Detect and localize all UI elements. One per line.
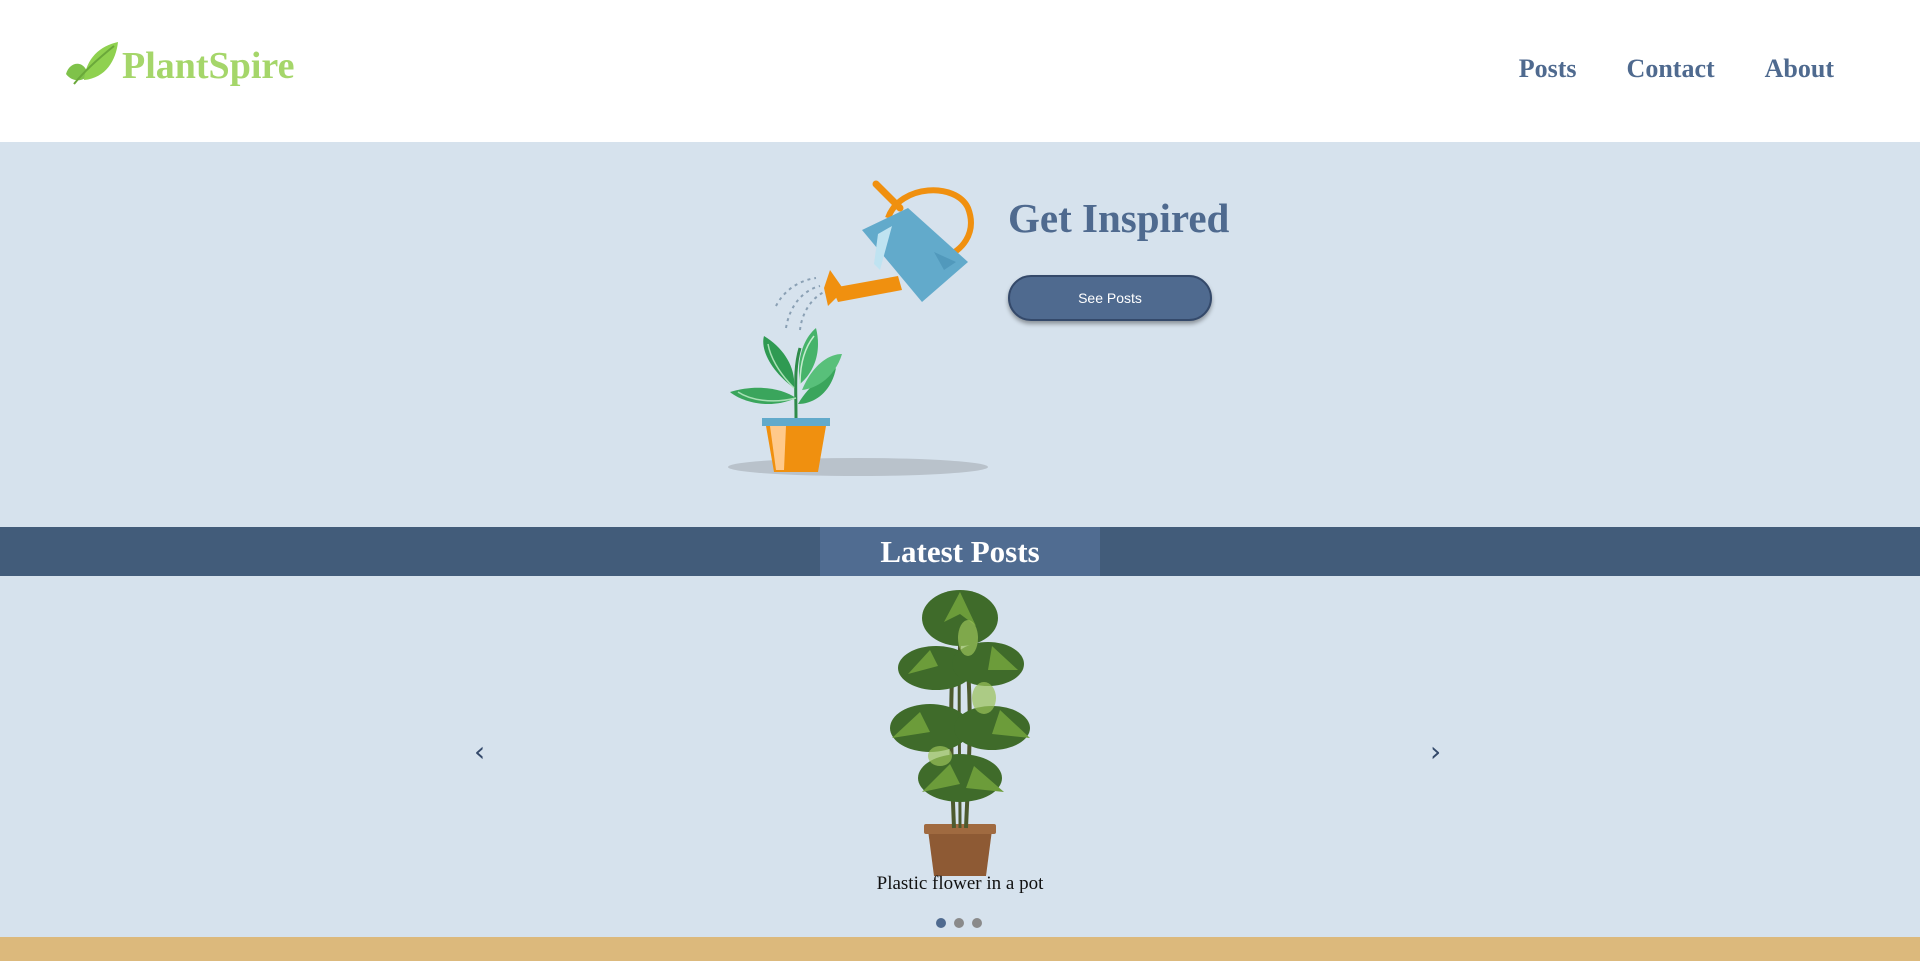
- brand-logo[interactable]: PlantSpire: [60, 40, 294, 92]
- carousel-indicators: [936, 918, 982, 928]
- nav-contact[interactable]: Contact: [1627, 54, 1715, 84]
- carousel-dot-3[interactable]: [972, 918, 982, 928]
- chevron-left-icon[interactable]: ‹: [474, 738, 485, 766]
- leaf-icon: [66, 42, 118, 85]
- carousel-dot-2[interactable]: [954, 918, 964, 928]
- hero-section: Get Inspired See Posts: [0, 142, 1920, 527]
- nav-about[interactable]: About: [1765, 54, 1834, 84]
- carousel-dot-1[interactable]: [936, 918, 946, 928]
- watering-can-illustration: [728, 180, 988, 476]
- chevron-right-icon[interactable]: ›: [1430, 738, 1441, 766]
- slide-caption: Plastic flower in a pot: [876, 873, 1044, 894]
- main-nav: Posts Contact About: [1469, 54, 1834, 84]
- footer-strip: [0, 937, 1920, 961]
- latest-posts-heading: Latest Posts: [820, 527, 1100, 576]
- nav-posts[interactable]: Posts: [1519, 54, 1577, 84]
- see-posts-button[interactable]: See Posts: [1008, 275, 1212, 321]
- site-header: PlantSpire Posts Contact About: [0, 0, 1920, 142]
- hero-title: Get Inspired: [1008, 195, 1230, 241]
- potted-plant-image[interactable]: [860, 578, 1060, 878]
- posts-carousel: ‹ Plastic flower in a pot ›: [0, 576, 1920, 937]
- latest-posts-band: Latest Posts: [0, 527, 1920, 576]
- brand-name: PlantSpire: [122, 45, 295, 87]
